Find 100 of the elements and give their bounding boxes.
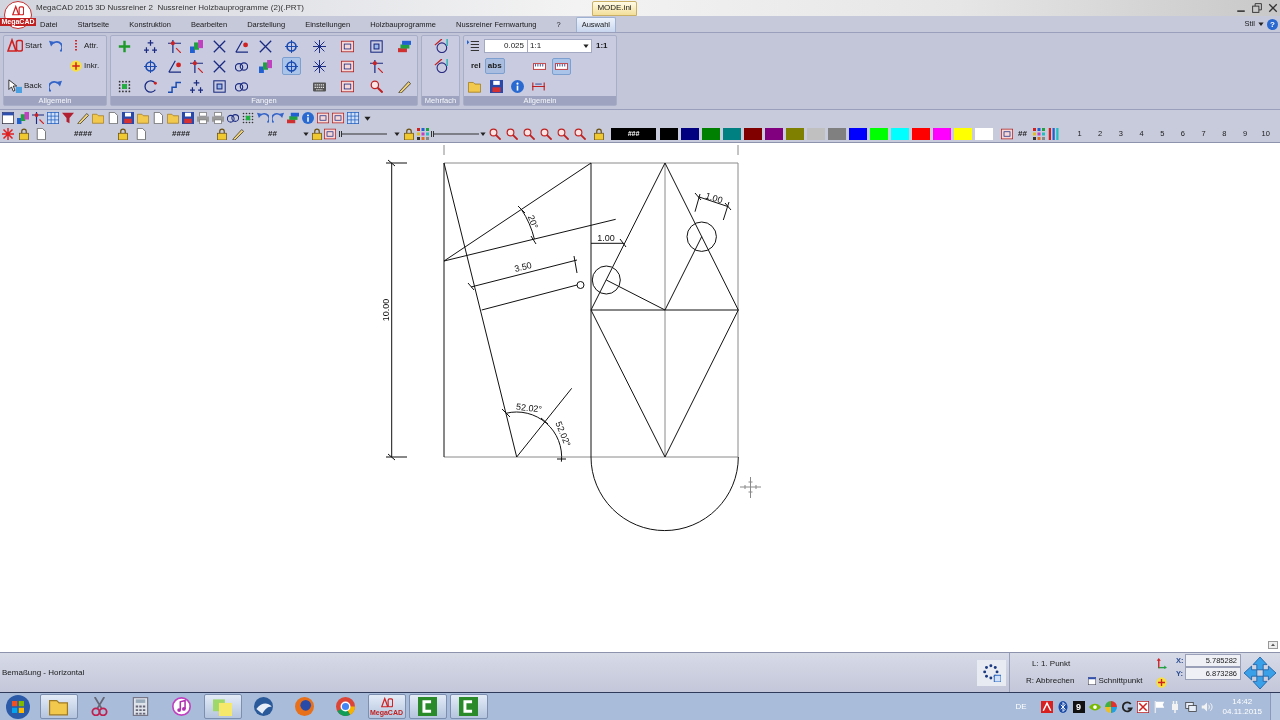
list-icon[interactable]: [467, 40, 479, 52]
close-icon[interactable]: [1268, 3, 1278, 13]
blocks-icon[interactable]: [17, 112, 29, 124]
color-swatch-icon[interactable]: [807, 128, 825, 140]
restore-icon[interactable]: [1252, 3, 1262, 13]
framed-square-icon[interactable]: [317, 112, 329, 124]
window-icon[interactable]: [2, 112, 14, 124]
color-swatch-icon[interactable]: [765, 128, 783, 140]
padlock-icon[interactable]: [403, 128, 415, 140]
help-button[interactable]: ?: [1267, 18, 1278, 30]
arrows-icon[interactable]: [1244, 656, 1276, 689]
color-swatch-icon[interactable]: [954, 128, 972, 140]
scroll-arrow-icon[interactable]: [1268, 641, 1278, 649]
grid-label[interactable]: ##: [1018, 128, 1027, 140]
snap-tool-button[interactable]: [187, 57, 206, 75]
color-swatch-icon[interactable]: [912, 128, 930, 140]
mode-toggle[interactable]: rel: [469, 58, 483, 74]
bars-icon[interactable]: [1047, 128, 1060, 140]
magnifier-icon[interactable]: [523, 128, 535, 140]
color-swatch-icon[interactable]: [828, 128, 846, 140]
color-swatch-icon[interactable]: [681, 128, 699, 140]
value-dropdown[interactable]: ##: [248, 127, 311, 141]
snap-tool-button[interactable]: [282, 37, 301, 55]
color-swatch-icon[interactable]: [723, 128, 741, 140]
funnel-icon[interactable]: [62, 112, 74, 124]
taskbar-app-button[interactable]: [408, 694, 447, 719]
grid-icon[interactable]: [347, 112, 359, 124]
value-field[interactable]: ####: [151, 128, 211, 140]
snap-tool-button[interactable]: [187, 77, 206, 95]
layers-icon[interactable]: [287, 112, 299, 124]
circle-slash-icon[interactable]: [433, 39, 448, 53]
framed-square-icon[interactable]: [332, 112, 344, 124]
undo-icon[interactable]: [48, 39, 62, 53]
color-grid-icon[interactable]: [417, 128, 429, 140]
hook-logo-icon[interactable]: [1120, 700, 1133, 713]
taskbar-app-button[interactable]: [39, 694, 78, 719]
magnifier-icon[interactable]: [557, 128, 569, 140]
info-icon[interactable]: [302, 112, 314, 124]
network-icon[interactable]: [1184, 700, 1197, 713]
taskbar-app-button[interactable]: [449, 694, 488, 719]
magnifier-icon[interactable]: [489, 128, 501, 140]
magnifier-icon[interactable]: [506, 128, 518, 140]
padlock-icon[interactable]: [117, 128, 129, 140]
color-swatch-icon[interactable]: [975, 128, 993, 140]
ratio-dropdown[interactable]: 1:1: [528, 39, 592, 53]
document-icon[interactable]: [35, 128, 47, 140]
caret-icon[interactable]: [364, 114, 371, 122]
color-swatch-icon[interactable]: [849, 128, 867, 140]
pencil-icon[interactable]: [77, 112, 89, 124]
snap-tool-button[interactable]: [256, 57, 275, 75]
grid-icon[interactable]: [47, 112, 59, 124]
color-swatch-icon[interactable]: [870, 128, 888, 140]
color-swatch-icon[interactable]: [786, 128, 804, 140]
snap-tool-button[interactable]: [282, 57, 301, 75]
padlock-icon[interactable]: [216, 128, 228, 140]
ribbon-command[interactable]: Attr.: [66, 36, 106, 56]
color-swatch-icon[interactable]: [891, 128, 909, 140]
scale-option[interactable]: 1:1: [596, 40, 608, 52]
taskbar-app-button[interactable]: [203, 694, 242, 719]
circle-slash-icon[interactable]: [433, 59, 448, 73]
undo-icon[interactable]: [257, 112, 269, 124]
color-swatch-icon[interactable]: [660, 128, 678, 140]
snap-tool-button[interactable]: [367, 57, 386, 75]
plus-circle-icon[interactable]: [1155, 676, 1167, 688]
padlock-icon[interactable]: [593, 128, 605, 140]
snap-tool-button[interactable]: [187, 37, 206, 55]
circles-icon[interactable]: [227, 112, 239, 124]
pencil-icon[interactable]: [232, 128, 244, 140]
redo-icon[interactable]: [48, 79, 62, 93]
padlock-icon[interactable]: [18, 128, 30, 140]
printer-icon[interactable]: [212, 112, 224, 124]
scale-field[interactable]: 0.025: [484, 39, 528, 53]
snap-tool-button[interactable]: [367, 37, 386, 55]
dimension-icon[interactable]: [532, 79, 545, 93]
color-swatch-icon[interactable]: [744, 128, 762, 140]
snap-settings-button[interactable]: [977, 659, 1006, 686]
file-tab[interactable]: MODE.ini: [592, 0, 637, 16]
document-icon[interactable]: [107, 112, 119, 124]
asterisk-icon[interactable]: [2, 128, 14, 140]
color-grid-icon[interactable]: [1032, 128, 1045, 140]
dot-grid-icon[interactable]: [242, 112, 254, 124]
document-icon[interactable]: [135, 128, 147, 140]
peak-tile-icon[interactable]: [1040, 700, 1053, 713]
intersection-icon[interactable]: [32, 112, 44, 124]
magnifier-icon[interactable]: [540, 128, 552, 140]
framed-square-icon[interactable]: [1001, 128, 1013, 140]
snap-mode-command[interactable]: Schnittpunkt: [1088, 677, 1143, 685]
value-field[interactable]: ####: [53, 128, 113, 140]
info-icon[interactable]: [511, 79, 524, 93]
color-swatch-icon[interactable]: [702, 128, 720, 140]
bluetooth-icon[interactable]: [1056, 700, 1069, 713]
axis-arrows-icon[interactable]: [1155, 657, 1167, 669]
padlock-icon[interactable]: [311, 128, 323, 140]
ribbon-command[interactable]: Back: [4, 76, 44, 96]
magnifier-icon[interactable]: [574, 128, 586, 140]
ruler-tool-button[interactable]: [551, 57, 571, 75]
tray-app-tile[interactable]: 9: [1072, 700, 1085, 713]
mode-toggle[interactable]: abs: [484, 58, 505, 74]
redo-icon[interactable]: [272, 112, 284, 124]
ribbon-command[interactable]: Start: [4, 36, 44, 56]
